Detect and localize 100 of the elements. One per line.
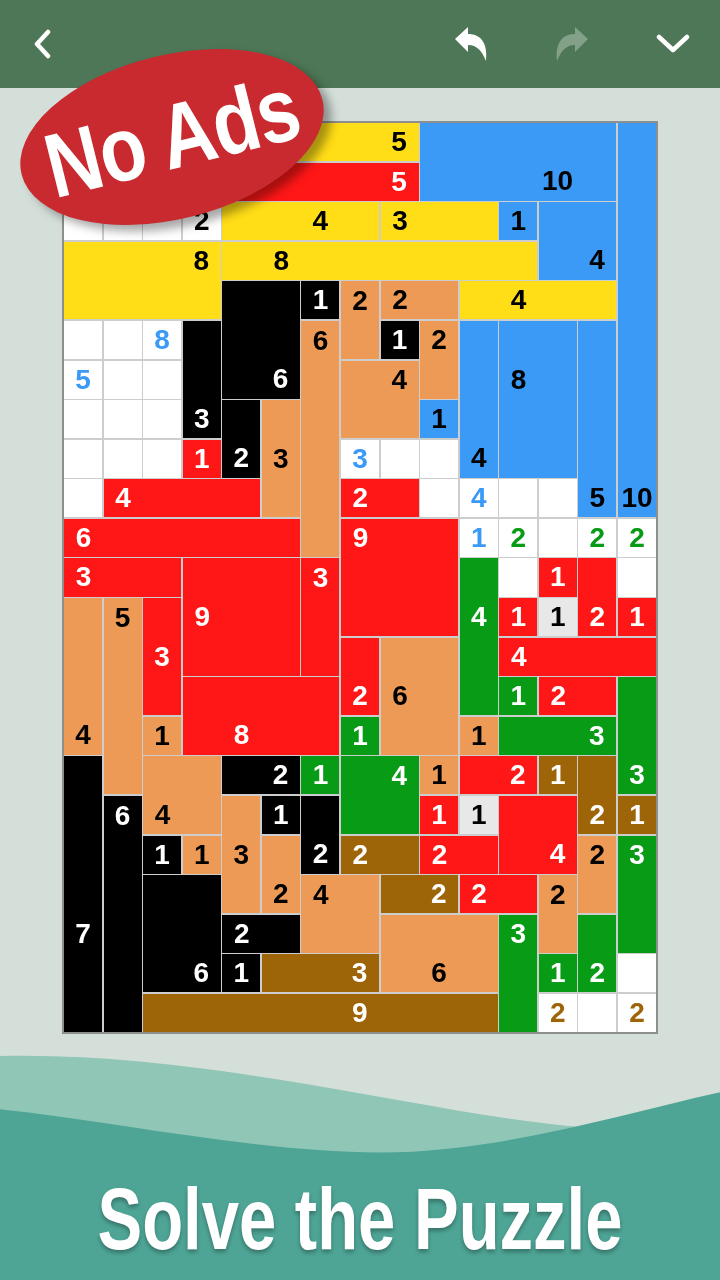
color-block[interactable]: 2 — [380, 281, 459, 320]
color-block[interactable]: 2 — [578, 914, 617, 993]
color-block[interactable]: 2 — [340, 835, 419, 874]
color-block[interactable]: 1 — [420, 756, 459, 795]
color-block[interactable]: 6 — [143, 875, 221, 993]
color-block[interactable]: 2 — [380, 875, 459, 914]
color-block[interactable]: 10 — [420, 123, 617, 201]
empty-cell[interactable]: 2 — [538, 993, 577, 1032]
color-block[interactable]: 2 — [340, 479, 419, 518]
color-block[interactable]: 2 — [420, 320, 459, 399]
color-block[interactable]: 1 — [420, 400, 459, 439]
color-block[interactable]: 4 — [499, 637, 656, 676]
color-block[interactable]: 2 — [222, 914, 300, 953]
color-block[interactable]: 1 — [617, 598, 656, 637]
color-block[interactable]: 2 — [538, 677, 617, 716]
color-block[interactable]: 4 — [103, 479, 261, 518]
color-block[interactable]: 6 — [380, 637, 459, 755]
color-block[interactable]: 1 — [499, 202, 538, 241]
clue-number: 1 — [193, 840, 210, 869]
color-block[interactable]: 5 — [578, 320, 617, 518]
color-block[interactable]: 1 — [499, 677, 538, 716]
color-block[interactable]: 1 — [261, 795, 300, 835]
color-block[interactable]: 3 — [222, 795, 261, 914]
color-block[interactable]: 2 — [420, 835, 498, 874]
empty-cell[interactable]: 2 — [617, 993, 656, 1032]
color-block[interactable]: 3 — [261, 954, 380, 993]
color-block[interactable]: 1 — [182, 439, 221, 478]
color-block[interactable]: 10 — [617, 123, 656, 518]
color-block[interactable]: 1 — [459, 795, 498, 835]
clue-number: 2 — [233, 919, 250, 948]
color-block[interactable]: 6 — [301, 320, 340, 557]
color-block[interactable]: 2 — [459, 756, 538, 795]
empty-cell[interactable] — [617, 954, 656, 993]
color-block[interactable]: 9 — [143, 993, 498, 1032]
color-block[interactable]: 2 — [340, 281, 380, 359]
color-block[interactable]: 2 — [301, 795, 340, 874]
color-block[interactable]: 2 — [578, 835, 617, 914]
color-block[interactable]: 4 — [459, 558, 498, 716]
empty-cell[interactable] — [617, 558, 656, 597]
color-block[interactable]: 2 — [261, 835, 300, 914]
color-block[interactable]: 1 — [459, 716, 498, 755]
color-block[interactable]: 4 — [538, 202, 617, 280]
color-block[interactable]: 3 — [380, 202, 498, 241]
color-block[interactable]: 4 — [499, 795, 577, 874]
color-block[interactable]: 1 — [538, 598, 577, 637]
color-block[interactable]: 6 — [64, 518, 300, 557]
color-block[interactable]: 5 — [103, 598, 142, 795]
clue-number: 5 — [391, 167, 407, 196]
color-block[interactable]: 1 — [182, 835, 221, 874]
color-block[interactable]: 3 — [143, 598, 182, 716]
color-block[interactable]: 1 — [538, 558, 577, 597]
color-block[interactable]: 4 — [143, 756, 221, 835]
color-block[interactable]: 4 — [64, 598, 103, 755]
color-block[interactable]: 1 — [538, 756, 577, 795]
empty-cell[interactable]: 2 — [617, 518, 656, 557]
clue-number: 2 — [273, 879, 289, 908]
color-block[interactable]: 3 — [182, 320, 221, 439]
color-block[interactable]: 1 — [143, 835, 182, 874]
color-block[interactable]: 7 — [64, 756, 103, 1032]
color-block[interactable]: 4 — [222, 202, 380, 241]
color-block[interactable]: 1 — [340, 716, 380, 755]
color-block[interactable]: 8 — [499, 320, 577, 478]
color-block[interactable]: 6 — [103, 795, 142, 1032]
color-block[interactable]: 4 — [340, 360, 419, 439]
color-block[interactable]: 1 — [538, 954, 577, 993]
color-block[interactable]: 1 — [301, 281, 340, 320]
color-block[interactable]: 4 — [301, 875, 380, 953]
color-block[interactable]: 2 — [459, 875, 538, 914]
empty-cell[interactable]: 2 — [499, 518, 538, 557]
color-block[interactable]: 3 — [261, 400, 300, 518]
color-block[interactable]: 3 — [301, 558, 340, 676]
color-block[interactable]: 1 — [143, 716, 182, 755]
color-block[interactable]: 8 — [222, 241, 538, 280]
color-block[interactable]: 2 — [578, 756, 617, 835]
color-block[interactable]: 1 — [499, 598, 538, 637]
color-block[interactable]: 1 — [420, 795, 459, 835]
color-block[interactable]: 8 — [64, 241, 221, 320]
color-block[interactable]: 3 — [64, 558, 182, 597]
color-block[interactable]: 1 — [617, 795, 656, 835]
color-block[interactable]: 3 — [499, 716, 617, 755]
color-block[interactable]: 2 — [222, 756, 300, 795]
color-block[interactable]: 2 — [222, 400, 261, 478]
color-block[interactable]: 3 — [617, 835, 656, 953]
color-block[interactable]: 4 — [459, 320, 498, 478]
color-block[interactable]: 4 — [340, 756, 419, 835]
color-block[interactable]: 6 — [380, 914, 498, 993]
color-block[interactable]: 2 — [538, 875, 577, 953]
color-block[interactable]: 9 — [182, 558, 300, 676]
color-block[interactable]: 6 — [222, 281, 300, 399]
color-block[interactable]: 8 — [182, 677, 340, 755]
color-block[interactable]: 1 — [222, 954, 261, 993]
color-block[interactable]: 1 — [380, 320, 419, 359]
color-block[interactable]: 3 — [499, 914, 538, 1032]
color-block[interactable]: 9 — [340, 518, 459, 637]
color-block[interactable]: 2 — [578, 558, 617, 637]
empty-cell[interactable]: 2 — [578, 518, 617, 557]
color-block[interactable]: 1 — [301, 756, 340, 795]
color-block[interactable]: 2 — [340, 637, 380, 716]
color-block[interactable]: 3 — [617, 677, 656, 795]
color-block[interactable]: 4 — [459, 281, 617, 320]
